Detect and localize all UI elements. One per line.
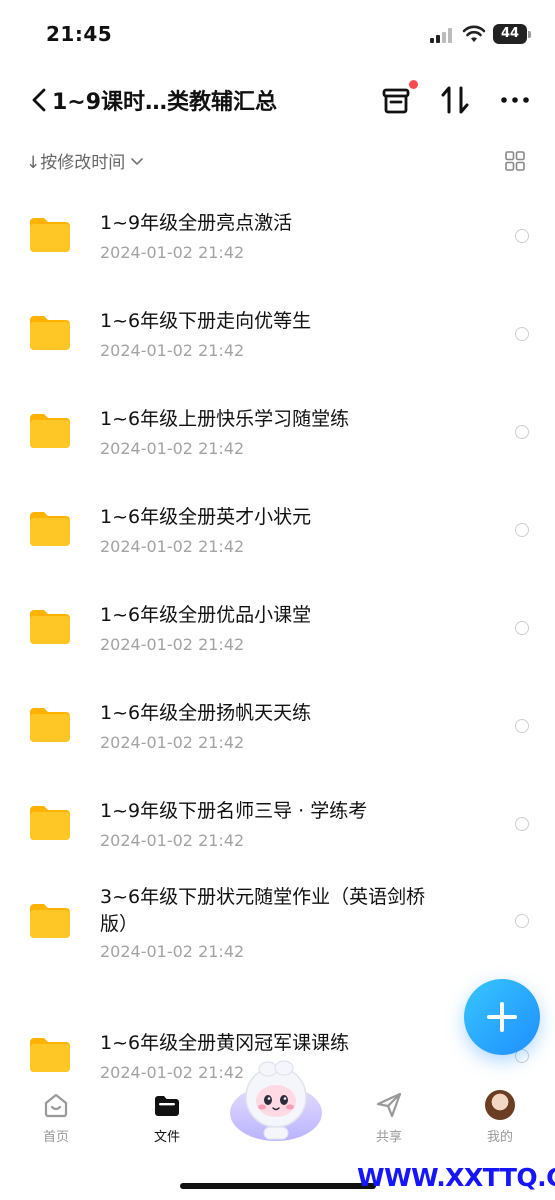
more-icon[interactable] — [497, 82, 533, 118]
file-date: 2024-01-02 21:42 — [100, 243, 245, 262]
select-radio[interactable] — [515, 523, 529, 537]
nav-home[interactable]: 首页 — [16, 1090, 96, 1154]
sort-swap-icon[interactable] — [437, 82, 473, 118]
select-radio[interactable] — [515, 817, 529, 831]
battery-tip — [528, 31, 531, 38]
sort-label: ↓按修改时间 — [26, 153, 126, 173]
select-radio[interactable] — [515, 425, 529, 439]
file-name: 1~9年级下册名师三导 · 学练考 — [100, 800, 368, 822]
file-row[interactable]: 1~6年级下册走向优等生 2024-01-02 21:42 — [0, 288, 555, 384]
nav-profile-label: 我的 — [486, 1130, 513, 1145]
file-row[interactable]: 1~6年级全册英才小状元 2024-01-02 21:42 — [0, 484, 555, 580]
file-name: 1~9年级全册亮点激活 — [100, 212, 293, 234]
file-name: 1~6年级全册优品小课堂 — [100, 604, 312, 626]
sort-row: ↓按修改时间 — [0, 140, 555, 180]
page: 21:45 44 1~9课时…类教辅汇总 ↓按修改时间 1~9年级全册亮点激活 … — [0, 0, 555, 1200]
file-row[interactable]: 1~6年级全册扬帆天天练 2024-01-02 21:42 — [0, 680, 555, 776]
file-row[interactable]: 3~6年级下册状元随堂作业（英语剑桥版） 2024-01-02 21:42 — [0, 876, 555, 972]
header: 1~9课时…类教辅汇总 — [0, 70, 555, 130]
folder-icon — [30, 414, 70, 448]
file-name: 3~6年级下册状元随堂作业（英语剑桥版） — [100, 886, 426, 935]
add-button[interactable] — [464, 979, 540, 1055]
notification-dot — [409, 80, 418, 89]
wifi-icon — [462, 25, 486, 42]
file-date: 2024-01-02 21:42 — [100, 831, 245, 850]
folder-icon — [30, 610, 70, 644]
home-icon — [44, 1093, 68, 1118]
file-date: 2024-01-02 21:42 — [100, 537, 245, 556]
nav-files[interactable]: 文件 — [127, 1090, 207, 1154]
cellular-signal-icon — [430, 27, 456, 43]
status-time: 21:45 — [46, 22, 113, 46]
file-row[interactable]: 1~9年级全册亮点激活 2024-01-02 21:42 — [0, 190, 555, 286]
file-row[interactable]: 1~6年级全册优品小课堂 2024-01-02 21:42 — [0, 582, 555, 678]
file-name: 1~6年级全册扬帆天天练 — [100, 702, 312, 724]
folder-icon — [30, 218, 70, 252]
chevron-down-icon — [131, 157, 144, 165]
file-date: 2024-01-02 21:42 — [100, 439, 245, 458]
nav-profile[interactable]: 我的 — [460, 1090, 540, 1154]
select-radio[interactable] — [515, 914, 529, 928]
folder-icon — [30, 316, 70, 350]
file-name: 1~6年级上册快乐学习随堂练 — [100, 408, 350, 430]
grid-view-icon[interactable] — [504, 150, 526, 172]
folder-icon — [155, 1096, 179, 1116]
nav-files-label: 文件 — [153, 1130, 180, 1145]
folder-icon — [30, 806, 70, 840]
file-date: 2024-01-02 21:42 — [100, 942, 245, 961]
folder-icon — [30, 708, 70, 742]
status-bar: 21:45 44 — [0, 0, 555, 70]
nav-share[interactable]: 共享 — [349, 1090, 429, 1154]
select-radio[interactable] — [515, 719, 529, 733]
sort-by-modified-button[interactable]: ↓按修改时间 — [26, 148, 145, 173]
home-indicator — [180, 1183, 376, 1189]
folder-icon — [30, 904, 70, 938]
file-name: 1~6年级全册黄冈冠军课课练 — [100, 1032, 350, 1054]
file-date: 2024-01-02 21:42 — [100, 635, 245, 654]
file-date: 2024-01-02 21:42 — [100, 341, 245, 360]
folder-icon — [30, 1038, 70, 1072]
battery-indicator: 44 — [493, 24, 527, 44]
nav-home-label: 首页 — [42, 1130, 69, 1145]
mascot-assistant-button[interactable] — [226, 1055, 326, 1145]
file-name: 1~6年级全册英才小状元 — [100, 506, 312, 528]
select-radio[interactable] — [515, 621, 529, 635]
file-name: 1~6年级下册走向优等生 — [100, 310, 312, 332]
select-radio[interactable] — [515, 327, 529, 341]
watermark-text: WWW.XXTTQ.COM — [357, 1163, 555, 1192]
folder-icon — [30, 512, 70, 546]
select-radio[interactable] — [515, 229, 529, 243]
nav-share-label: 共享 — [375, 1130, 402, 1145]
avatar — [485, 1090, 515, 1120]
back-arrow-icon[interactable] — [28, 86, 54, 114]
archive-icon[interactable] — [378, 82, 414, 118]
file-row[interactable]: 1~6年级上册快乐学习随堂练 2024-01-02 21:42 — [0, 386, 555, 482]
file-row[interactable]: 1~9年级下册名师三导 · 学练考 2024-01-02 21:42 — [0, 778, 555, 874]
file-date: 2024-01-02 21:42 — [100, 733, 245, 752]
page-title: 1~9课时…类教辅汇总 — [52, 90, 278, 115]
send-icon — [376, 1092, 402, 1118]
